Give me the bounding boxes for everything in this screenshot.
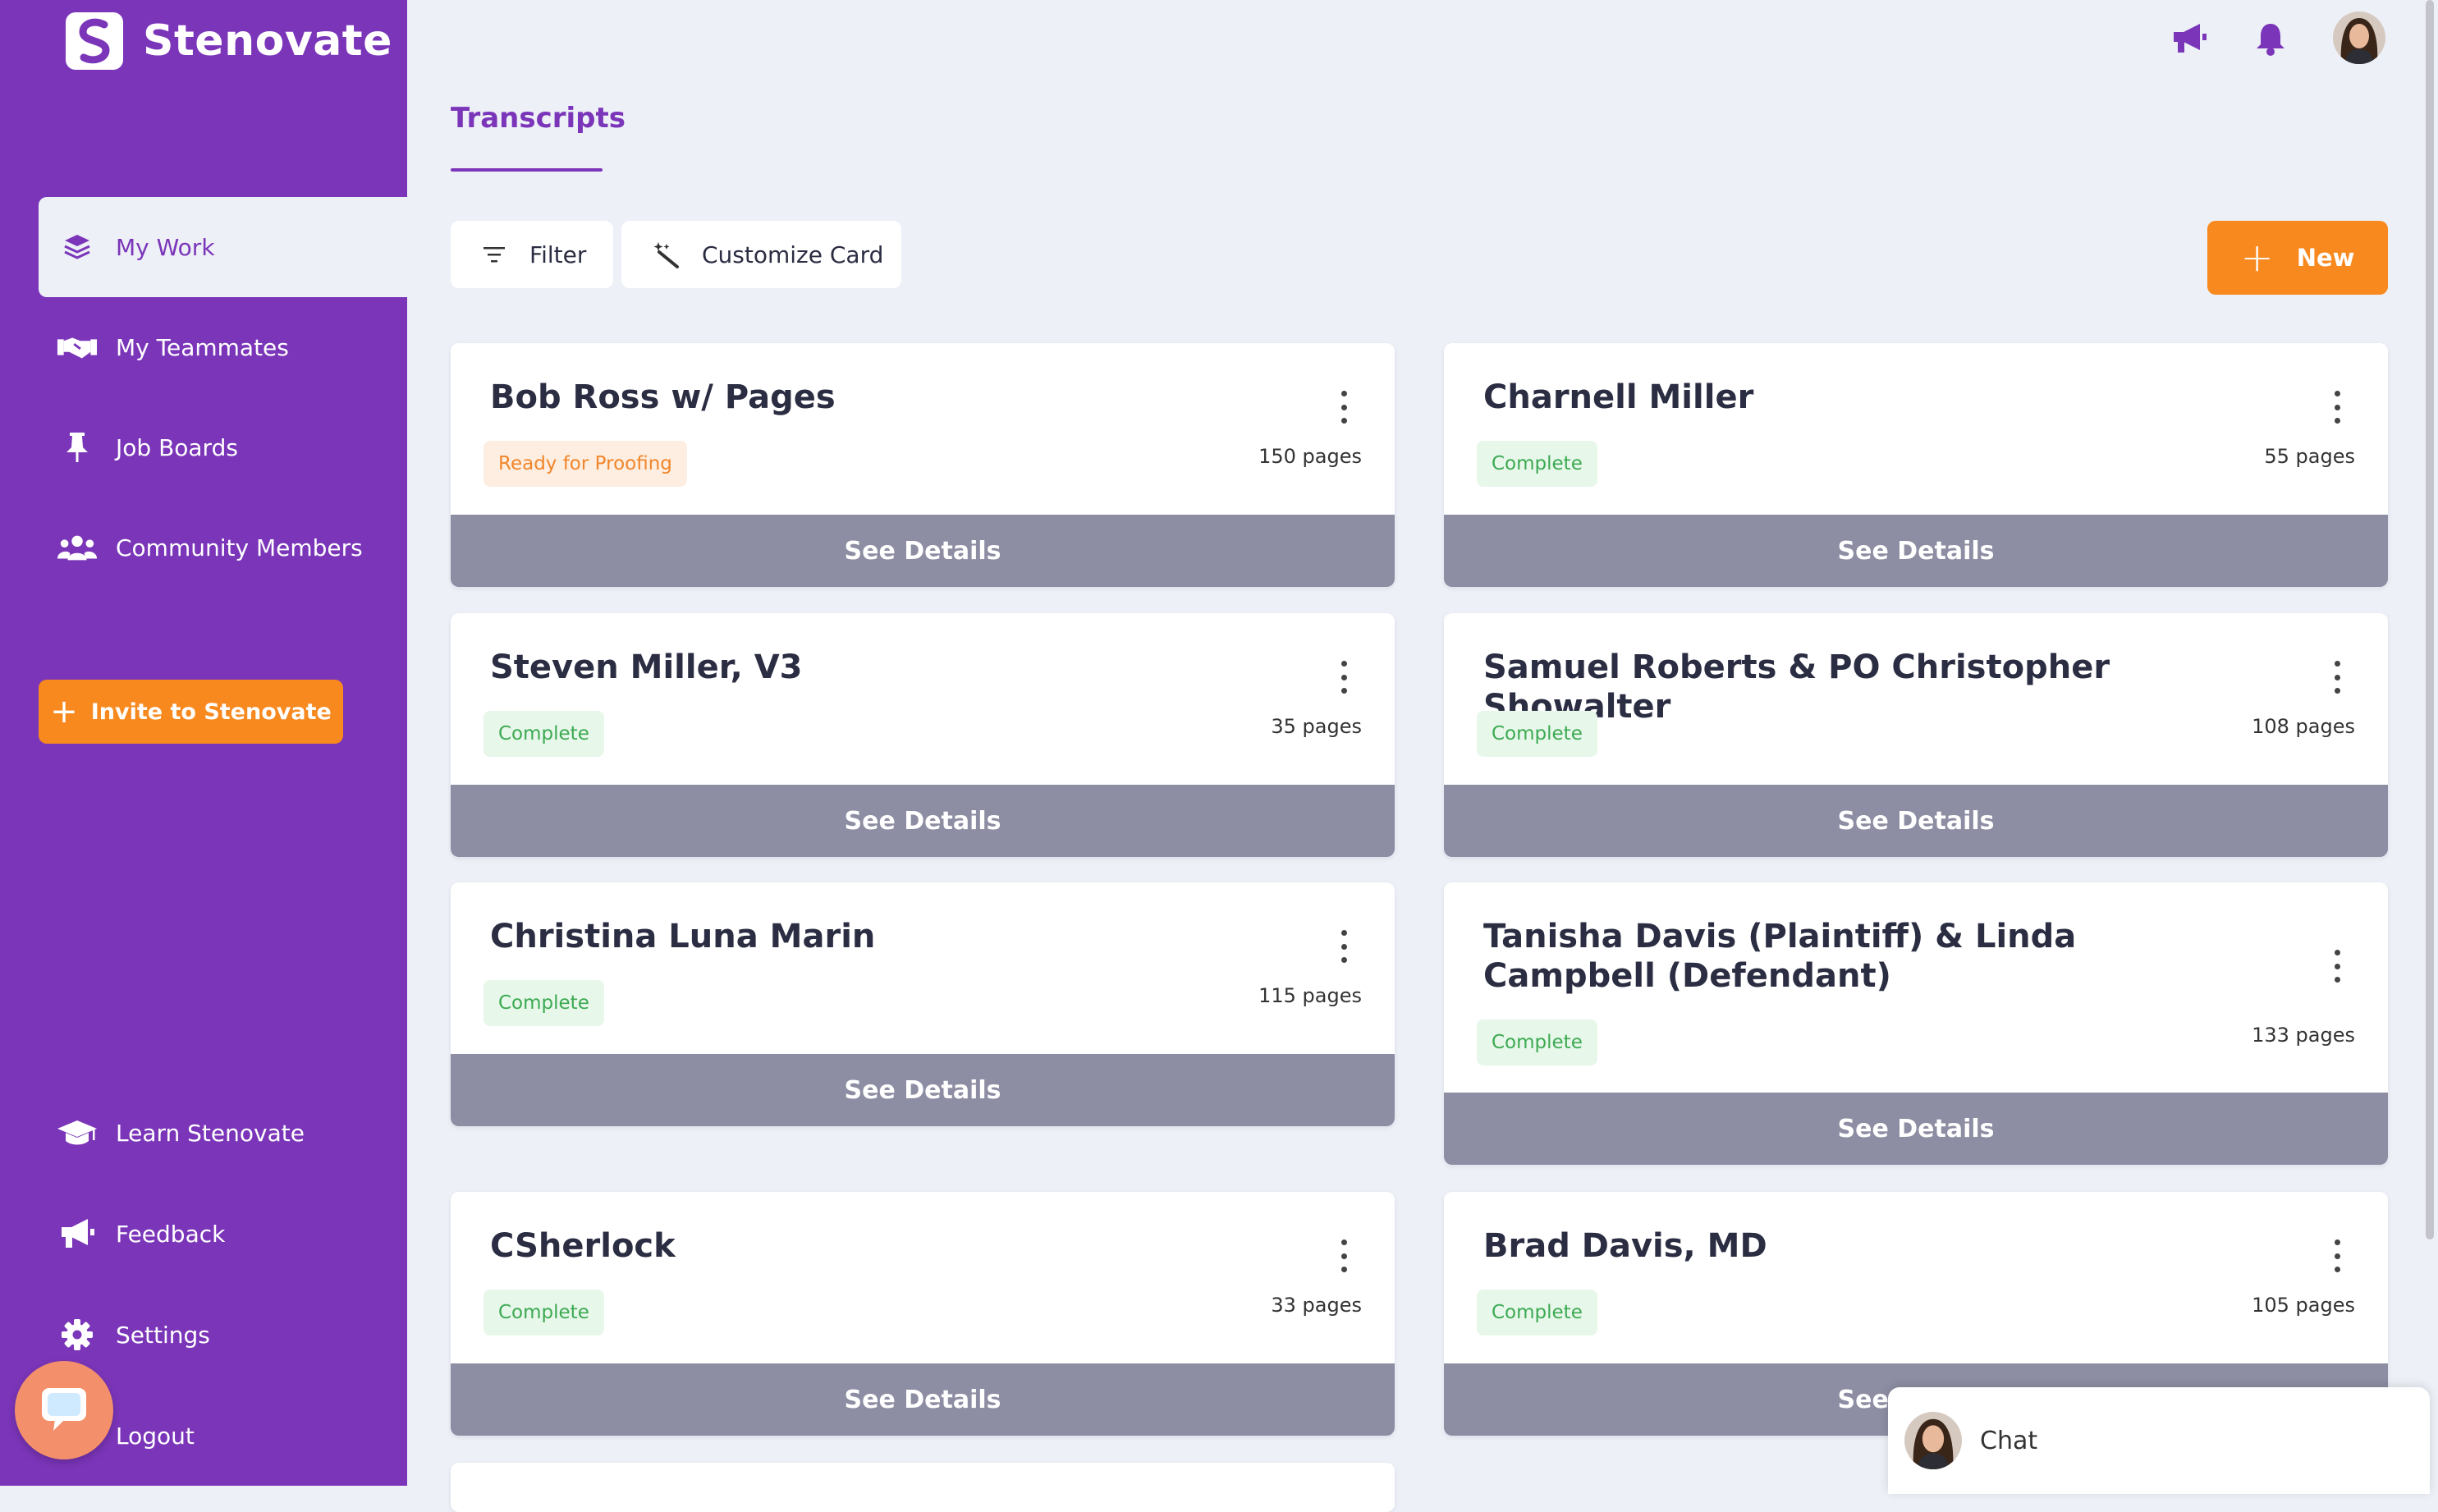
see-details-button[interactable]: See Details xyxy=(1444,1093,2388,1165)
users-icon xyxy=(57,527,98,568)
plus-icon: + xyxy=(50,693,78,731)
card-title: Bob Ross w/ Pages xyxy=(490,378,836,416)
see-details-button[interactable]: See Details xyxy=(451,1363,1395,1436)
transcript-card[interactable]: Charnell Miller Complete 55 pages See De… xyxy=(1444,343,2388,587)
invite-label: Invite to Stenovate xyxy=(90,699,332,725)
page-count: 133 pages xyxy=(2252,1024,2355,1047)
card-title: Christina Luna Marin xyxy=(490,918,876,955)
status-badge: Complete xyxy=(1477,711,1597,757)
sidebar-item-my-work[interactable]: My Work xyxy=(39,197,407,297)
announcements-button[interactable] xyxy=(2164,15,2215,66)
status-badge: Ready for Proofing xyxy=(483,441,687,487)
sidebar-item-label: Feedback xyxy=(116,1220,226,1248)
transcript-card[interactable]: Samuel Roberts & PO Christopher Showalte… xyxy=(1444,613,2388,857)
page-count: 55 pages xyxy=(2264,445,2355,468)
new-button[interactable]: + New xyxy=(2207,221,2388,295)
sidebar-item-label: Community Members xyxy=(116,534,363,561)
more-vertical-icon[interactable] xyxy=(1336,661,1352,694)
customize-label: Customize Card xyxy=(702,241,884,268)
logo[interactable]: Stenovate xyxy=(66,11,392,71)
customize-card-button[interactable]: Customize Card xyxy=(621,221,901,288)
sidebar-item-feedback[interactable]: Feedback xyxy=(39,1184,407,1284)
transcript-card[interactable]: CSherlock Complete 33 pages See Details xyxy=(451,1192,1395,1436)
sidebar-item-job-boards[interactable]: Job Boards xyxy=(39,397,407,497)
more-vertical-icon[interactable] xyxy=(2329,950,2345,983)
status-badge: Complete xyxy=(1477,1290,1597,1336)
chat-bubble-icon xyxy=(37,1383,91,1437)
user-avatar[interactable] xyxy=(2333,11,2385,64)
sidebar-item-my-teammates[interactable]: My Teammates xyxy=(39,297,407,397)
transcript-card[interactable]: Steven Miller, V3 Complete 35 pages See … xyxy=(451,613,1395,857)
status-badge: Complete xyxy=(1477,1019,1597,1065)
transcript-card[interactable]: Christina Luna Marin Complete 115 pages … xyxy=(451,882,1395,1126)
more-vertical-icon[interactable] xyxy=(1336,391,1352,424)
card-title: Brad Davis, MD xyxy=(1483,1227,1767,1265)
sidebar-item-label: Learn Stenovate xyxy=(116,1119,305,1147)
scrollbar[interactable] xyxy=(2426,0,2434,1239)
transcript-card[interactable] xyxy=(451,1463,1395,1512)
sidebar-item-community-members[interactable]: Community Members xyxy=(39,497,407,598)
status-badge: Complete xyxy=(1477,441,1597,487)
plus-icon: + xyxy=(2240,235,2274,281)
chat-label: Chat xyxy=(1980,1426,2038,1455)
page-count: 150 pages xyxy=(1258,445,1362,468)
bell-icon xyxy=(2255,21,2286,59)
transcript-card[interactable]: Tanisha Davis (Plaintiff) & Linda Campbe… xyxy=(1444,882,2388,1165)
transcript-card[interactable]: Bob Ross w/ Pages Ready for Proofing 150… xyxy=(451,343,1395,587)
status-badge: Complete xyxy=(483,980,604,1026)
filter-icon xyxy=(482,245,506,263)
more-vertical-icon[interactable] xyxy=(2329,391,2345,424)
status-badge: Complete xyxy=(483,711,604,757)
card-title: CSherlock xyxy=(490,1227,676,1265)
brand-name: Stenovate xyxy=(143,16,392,66)
page-count: 105 pages xyxy=(2252,1294,2355,1317)
stenovate-logo-icon xyxy=(66,12,123,70)
megaphone-icon xyxy=(2170,22,2208,58)
page-count: 108 pages xyxy=(2252,715,2355,738)
notifications-button[interactable] xyxy=(2245,15,2296,66)
see-details-button[interactable]: See Details xyxy=(451,515,1395,587)
graduation-cap-icon xyxy=(57,1112,98,1153)
more-vertical-icon[interactable] xyxy=(2329,661,2345,694)
see-details-button[interactable]: See Details xyxy=(451,785,1395,857)
tab-underline xyxy=(451,168,603,172)
sidebar-item-settings[interactable]: Settings xyxy=(39,1285,407,1385)
sidebar-item-label: My Work xyxy=(116,233,215,261)
filter-label: Filter xyxy=(529,241,587,268)
tab-transcripts[interactable]: Transcripts xyxy=(451,102,626,135)
see-details-button[interactable]: See Details xyxy=(1444,515,2388,587)
page-count: 33 pages xyxy=(1271,1294,1362,1317)
chat-widget[interactable]: Chat xyxy=(1888,1387,2430,1494)
filter-button[interactable]: Filter xyxy=(451,221,613,288)
magic-wand-icon xyxy=(653,241,681,268)
new-label: New xyxy=(2296,244,2355,272)
sidebar: Stenovate My Work My Teammates Job Board… xyxy=(0,0,407,1486)
megaphone-icon xyxy=(57,1213,98,1254)
layers-icon xyxy=(57,227,98,268)
handshake-icon xyxy=(57,327,98,368)
card-title: Charnell Miller xyxy=(1483,378,1754,416)
pushpin-icon xyxy=(57,427,98,468)
gear-icon xyxy=(57,1314,98,1355)
card-title: Tanisha Davis (Plaintiff) & Linda Campbe… xyxy=(1483,918,2077,995)
more-vertical-icon[interactable] xyxy=(1336,930,1352,963)
more-vertical-icon[interactable] xyxy=(1336,1239,1352,1272)
sidebar-item-label: My Teammates xyxy=(116,333,289,361)
more-vertical-icon[interactable] xyxy=(2329,1239,2345,1272)
sidebar-item-label: Logout xyxy=(116,1422,195,1450)
sidebar-item-label: Job Boards xyxy=(116,433,238,461)
page-count: 35 pages xyxy=(1271,715,1362,738)
sidebar-item-learn-stenovate[interactable]: Learn Stenovate xyxy=(39,1083,407,1183)
page-count: 115 pages xyxy=(1258,984,1362,1007)
see-details-button[interactable]: See Details xyxy=(451,1054,1395,1126)
chat-agent-avatar xyxy=(1904,1412,1962,1469)
invite-button[interactable]: + Invite to Stenovate xyxy=(39,680,343,744)
sidebar-item-label: Settings xyxy=(116,1321,210,1349)
card-title: Steven Miller, V3 xyxy=(490,648,803,686)
status-badge: Complete xyxy=(483,1290,604,1336)
see-details-button[interactable]: See Details xyxy=(1444,785,2388,857)
chat-launcher[interactable] xyxy=(15,1361,113,1459)
